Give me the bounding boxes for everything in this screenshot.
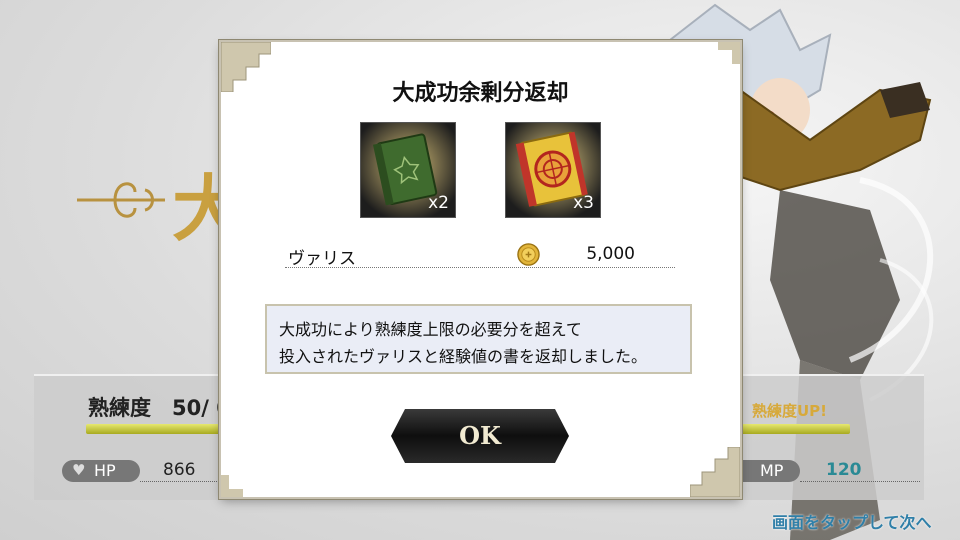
- message-line-1: 大成功により熟練度上限の必要分を超えて: [279, 320, 582, 339]
- valis-label: ヴァリス: [288, 249, 356, 269]
- hp-label: HP: [94, 461, 116, 480]
- ok-button[interactable]: OK: [391, 409, 569, 463]
- ornament-icon: [77, 182, 165, 218]
- refund-item-book[interactable]: x2: [360, 122, 456, 218]
- mp-badge: MP: [736, 460, 800, 482]
- corner-ornament-icon: [221, 475, 243, 497]
- proficiency-label: 熟練度: [88, 396, 151, 420]
- proficiency-bar: [86, 424, 236, 434]
- mp-value: 120: [826, 460, 862, 480]
- proficiency-up-label: 熟練度UP!: [752, 402, 828, 420]
- refund-dialog: 大成功余剰分返却 x2 x3 ヴァリス 5,000 大成功により熟練度上限の必要…: [221, 42, 740, 497]
- hp-badge: ♥ HP: [62, 460, 140, 482]
- ok-button-label: OK: [459, 421, 501, 450]
- corner-ornament-icon: [718, 42, 740, 64]
- refund-item-tome[interactable]: x3: [505, 122, 601, 218]
- refund-message-box: 大成功により熟練度上限の必要分を超えて 投入されたヴァリスと経験値の書を返却しま…: [265, 304, 692, 374]
- dialog-title: 大成功余剰分返却: [392, 81, 569, 106]
- valis-amount: 5,000: [586, 244, 635, 264]
- proficiency-bar-right: [738, 424, 850, 434]
- mp-divider: [800, 481, 920, 482]
- heart-icon: ♥: [72, 461, 86, 479]
- item-count: x2: [428, 193, 449, 213]
- mp-label: MP: [760, 461, 784, 480]
- hp-value: 866: [163, 460, 196, 480]
- message-line-2: 投入されたヴァリスと経験値の書を返却しました。: [279, 347, 648, 366]
- item-count: x3: [573, 193, 594, 213]
- hp-divider: [140, 481, 225, 482]
- corner-ornament-icon: [690, 447, 740, 497]
- valis-refund-row: ヴァリス 5,000: [285, 242, 675, 269]
- tap-to-continue-hint[interactable]: 画面をタップして次へ: [772, 509, 932, 533]
- gold-coin-icon: [517, 243, 540, 266]
